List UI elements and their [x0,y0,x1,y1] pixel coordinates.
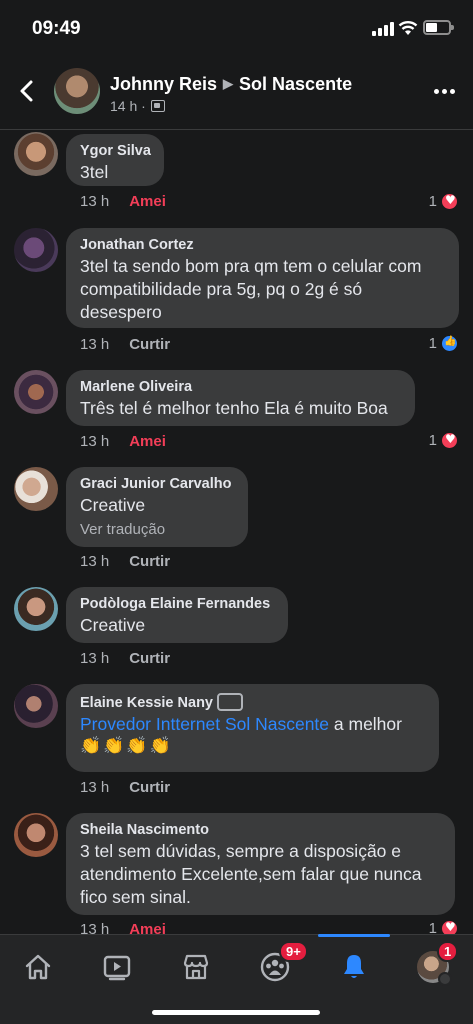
clapping-hands-emoji: 👏👏👏👏 [80,736,173,756]
comment-text: 3 tel sem dúvidas, sempre a disposição e… [80,841,422,907]
notifications-icon [344,955,364,978]
comment-time: 13 h [80,193,110,210]
avatar[interactable] [14,467,58,511]
comment-time: 13 h [80,336,110,353]
post-meta: 14 h · [110,98,165,114]
comment-text: 3tel ta sendo bom pra qm tem o celular c… [80,256,422,322]
avatar[interactable] [14,684,58,728]
comment-text: Provedor Intternet Sol Nascente a melhor [80,713,425,736]
comment-actions: 13 h Amei [80,433,166,450]
reaction-count[interactable]: 1 [429,192,459,211]
home-icon [25,954,51,980]
comment-author[interactable]: Graci Junior Carvalho [80,476,234,492]
wifi-icon [398,21,418,35]
comment-actions: 13 h Curtir [80,650,170,667]
post-time: 14 h · [110,98,146,114]
tab-profile-menu[interactable]: 1 [405,941,461,989]
comment-bubble[interactable]: Marlene Oliveira Três tel é melhor tenho… [66,370,415,426]
avatar[interactable] [14,813,58,857]
more-options-icon[interactable] [434,89,455,94]
comment-actions: 13 h Curtir [80,553,170,570]
post-title[interactable]: Johnny Reis ▶ Sol Nascente [110,74,352,95]
tab-home[interactable] [10,945,66,989]
heart-reaction-icon [440,431,459,450]
like-reaction-icon [440,334,459,353]
post-author[interactable]: Johnny Reis [110,74,217,94]
avatar[interactable] [14,587,58,631]
reaction-count[interactable]: 1 [429,334,459,353]
tab-notifications[interactable] [326,945,382,989]
comment-bubble[interactable]: Podòloga Elaine Fernandes Creative [66,587,288,643]
comment-text: Creative [80,615,146,635]
comment-actions: 13 h Curtir [80,779,170,796]
comment-actions: 13 h Curtir [80,336,170,353]
heart-reaction-icon [440,192,459,211]
post-header: Johnny Reis ▶ Sol Nascente 14 h · [0,60,473,130]
comment-author[interactable]: Elaine Kessie Nany [80,695,213,711]
author-avatar[interactable] [54,68,100,114]
marketplace-icon [183,954,209,980]
comment-bubble[interactable]: Ygor Silva 3tel [66,134,164,186]
comment-text-after: a melhor [329,714,402,734]
watch-icon [103,955,131,981]
reaction-count-number: 1 [428,432,437,449]
like-button[interactable]: Curtir [129,650,170,667]
bottom-tab-bar: 9+ 1 [0,934,473,1024]
comment-author[interactable]: Sheila Nascimento [80,822,441,838]
love-reaction-button[interactable]: Amei [129,433,166,450]
group-name[interactable]: Sol Nascente [239,74,352,94]
photo-comment-icon [217,693,243,711]
battery-icon [423,20,454,35]
menu-icon [438,972,452,986]
see-translation-link[interactable]: Ver tradução [80,521,234,538]
like-button[interactable]: Curtir [129,779,170,796]
avatar[interactable] [14,228,58,272]
menu-badge: 1 [437,941,459,962]
group-privacy-icon [150,100,165,112]
cellular-signal-icon [372,22,394,36]
comment-author[interactable]: Podòloga Elaine Fernandes [80,596,274,612]
comment-author[interactable]: Marlene Oliveira [80,379,401,395]
reaction-count-number: 1 [428,335,437,352]
reaction-count[interactable]: 1 [429,431,459,450]
tab-groups[interactable]: 9+ [247,941,308,989]
tab-watch[interactable] [89,945,145,989]
groups-badge: 9+ [279,941,308,962]
comment-actions: 13 h Amei [80,193,166,210]
comment-bubble[interactable]: Sheila Nascimento 3 tel sem dúvidas, sem… [66,813,455,915]
comment-bubble[interactable]: Graci Junior Carvalho Creative Ver tradu… [66,467,248,547]
comment-author[interactable]: Jonathan Cortez [80,237,445,253]
status-bar: 09:49 [0,0,473,56]
love-reaction-button[interactable]: Amei [129,193,166,210]
comment-time: 13 h [80,779,110,796]
comment-author[interactable]: Ygor Silva [80,143,151,159]
like-button[interactable]: Curtir [129,336,170,353]
comment-text: 3tel [80,162,109,182]
tab-marketplace[interactable] [168,945,224,989]
mention-link[interactable]: Provedor Intternet Sol Nascente [80,714,329,734]
comment-bubble[interactable]: Jonathan Cortez 3tel ta sendo bom pra qm… [66,228,459,328]
active-tab-indicator [318,934,390,937]
like-button[interactable]: Curtir [129,553,170,570]
back-arrow-icon[interactable] [14,78,40,104]
comment-bubble[interactable]: Elaine Kessie Nany Provedor Intternet So… [66,684,439,772]
comment-text: Três tel é melhor tenho Ela é muito Boa [80,398,388,418]
comment-time: 13 h [80,553,110,570]
status-time: 09:49 [32,18,81,39]
avatar[interactable] [14,370,58,414]
avatar[interactable] [14,132,58,176]
reaction-count-number: 1 [428,193,437,210]
comment-text: Creative [80,495,146,515]
comment-author-row: Elaine Kessie Nany [80,693,425,711]
home-indicator [152,1010,320,1015]
comment-time: 13 h [80,650,110,667]
comment-time: 13 h [80,433,110,450]
arrow-right-icon: ▶ [223,76,234,91]
